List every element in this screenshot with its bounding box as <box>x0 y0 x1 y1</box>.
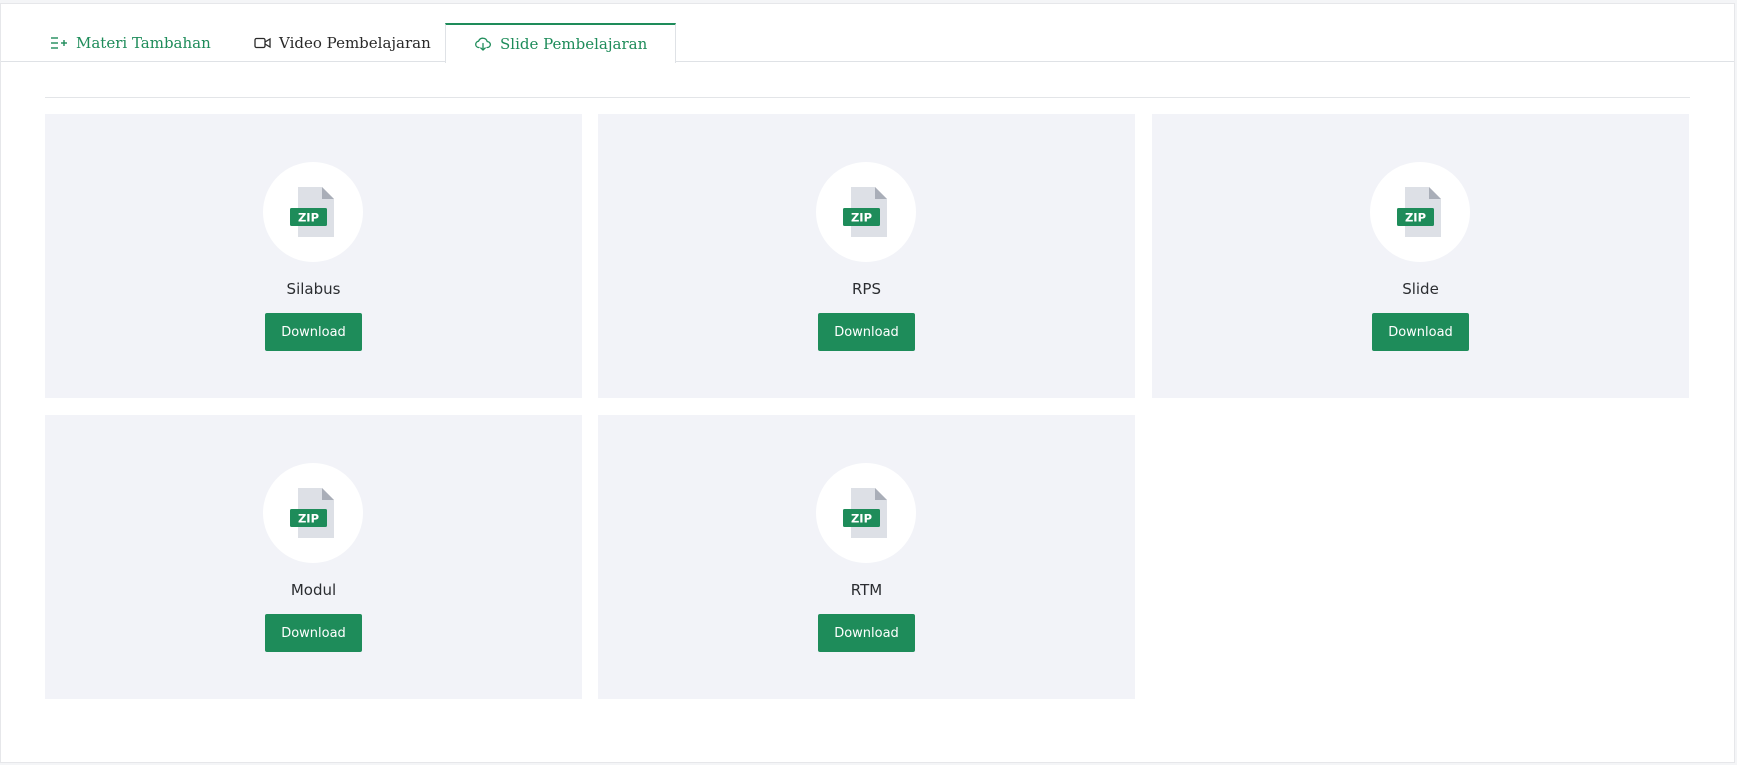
download-button[interactable]: Download <box>265 614 362 652</box>
download-button[interactable]: Download <box>818 313 915 351</box>
tab-label: Slide Pembelajaran <box>500 35 648 53</box>
file-card-rtm: ZIP RTM Download <box>598 415 1135 699</box>
tab-label: Materi Tambahan <box>76 33 211 52</box>
tab-bar: Materi Tambahan Video Pembelajaran Slide… <box>1 4 1734 63</box>
tab-materi-tambahan[interactable]: Materi Tambahan <box>50 23 211 62</box>
zip-badge-label: ZIP <box>298 512 319 526</box>
video-camera-icon <box>254 37 271 49</box>
file-card-slide: ZIP Slide Download <box>1152 114 1689 398</box>
file-title: RPS <box>852 280 881 298</box>
section-divider <box>45 97 1690 98</box>
zip-badge-label: ZIP <box>298 211 319 225</box>
zip-badge-label: ZIP <box>851 211 872 225</box>
download-button[interactable]: Download <box>265 313 362 351</box>
tab-video-pembelajaran[interactable]: Video Pembelajaran <box>254 23 431 62</box>
cloud-download-icon <box>474 37 492 51</box>
file-card-silabus: ZIP Silabus Download <box>45 114 582 398</box>
download-button[interactable]: Download <box>818 614 915 652</box>
zip-badge-label: ZIP <box>1405 211 1426 225</box>
file-title: Silabus <box>286 280 341 298</box>
tab-slide-pembelajaran[interactable]: Slide Pembelajaran <box>445 23 677 63</box>
file-title: RTM <box>850 581 883 599</box>
content-panel: Materi Tambahan Video Pembelajaran Slide… <box>0 3 1735 763</box>
tab-label: Video Pembelajaran <box>279 33 431 52</box>
file-card-modul: ZIP Modul Download <box>45 415 582 699</box>
file-title: Modul <box>290 581 337 599</box>
file-icon-circle: ZIP <box>263 463 363 563</box>
file-icon-circle: ZIP <box>816 162 916 262</box>
zip-badge-label: ZIP <box>851 512 872 526</box>
file-icon-circle: ZIP <box>816 463 916 563</box>
list-add-icon <box>50 36 68 50</box>
file-card-rps: ZIP RPS Download <box>598 114 1135 398</box>
file-icon-circle: ZIP <box>263 162 363 262</box>
download-button[interactable]: Download <box>1372 313 1469 351</box>
file-icon-circle: ZIP <box>1370 162 1470 262</box>
file-title: Slide <box>1402 280 1439 298</box>
